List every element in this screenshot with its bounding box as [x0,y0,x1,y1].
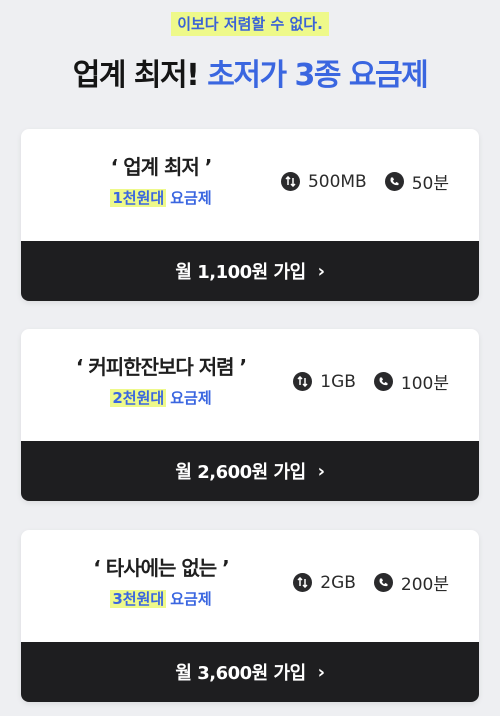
plan-voice-value: 200분 [400,575,449,595]
plan-specs: 500MB 50분 [280,169,449,194]
subscribe-button[interactable]: 월 2,600원 가입 › [21,441,479,501]
tagline: 이보다 저렴할 수 없다. [171,12,329,36]
plan-data-value: 500MB [307,171,367,192]
plan-name: ‘ 커피한잔보다 저렴 ’ [75,355,247,379]
plan-tier: 2천원대 요금제 [61,387,261,408]
data-transfer-icon [293,573,313,592]
phone-icon [373,573,393,592]
chevron-right-icon: › [317,260,325,282]
subscribe-button-label: 월 1,100원 가입 [175,262,306,283]
data-transfer-icon [280,172,300,191]
plan-card: ‘ 커피한잔보다 저렴 ’ 2천원대 요금제 1GB 100분 월 2,600원 … [21,329,479,501]
plan-tier-suffix: 요금제 [170,189,212,207]
plan-card-info: ‘ 타사에는 없는 ’ 3천원대 요금제 2GB 200분 [21,530,479,642]
plan-data-spec: 2GB [293,573,356,593]
plan-card: ‘ 타사에는 없는 ’ 3천원대 요금제 2GB 200분 월 3,600원 가입… [21,530,479,702]
tagline-wrap: 이보다 저렴할 수 없다. [0,0,500,42]
plan-name: ‘ 타사에는 없는 ’ [93,556,229,580]
plan-tier-highlight: 1천원대 [110,189,167,207]
chevron-right-icon: › [317,661,325,683]
plan-voice-value: 50분 [411,174,449,194]
plan-voice-spec: 100분 [373,369,449,394]
plan-tier: 3천원대 요금제 [61,588,261,609]
plan-tier: 1천원대 요금제 [61,187,261,208]
plan-card: ‘ 업계 최저 ’ 1천원대 요금제 500MB 50분 월 1,100원 가입 … [21,129,479,301]
subscribe-button-label: 월 2,600원 가입 [175,462,306,483]
chevron-right-icon: › [317,460,325,482]
phone-icon [384,172,404,191]
plan-data-spec: 1GB [293,372,356,392]
plan-data-value: 1GB [320,371,356,392]
plan-tier-highlight: 2천원대 [110,389,167,407]
plan-tier-highlight: 3천원대 [110,590,167,608]
plan-voice-spec: 50분 [384,169,449,194]
plan-tier-suffix: 요금제 [170,590,212,608]
subscribe-button[interactable]: 월 3,600원 가입 › [21,642,479,702]
subscribe-button[interactable]: 월 1,100원 가입 › [21,241,479,301]
subscribe-button-label: 월 3,600원 가입 [175,663,306,684]
headline-black: 업계 최저! [72,58,200,93]
plan-data-value: 2GB [320,572,356,593]
plan-voice-value: 100분 [400,374,449,394]
plan-card-info: ‘ 커피한잔보다 저렴 ’ 2천원대 요금제 1GB 100분 [21,329,479,441]
plan-data-spec: 500MB [280,171,367,192]
plan-specs: 1GB 100분 [293,369,449,394]
page-title: 업계 최저! 초저가 3종 요금제 [0,56,500,96]
plan-specs: 2GB 200분 [293,570,449,595]
phone-icon [373,372,393,391]
headline-blue: 초저가 3종 요금제 [207,58,428,93]
data-transfer-icon [293,372,313,391]
plan-voice-spec: 200분 [373,570,449,595]
plan-tier-suffix: 요금제 [170,389,212,407]
plan-card-info: ‘ 업계 최저 ’ 1천원대 요금제 500MB 50분 [21,129,479,241]
plan-name: ‘ 업계 최저 ’ [110,155,213,179]
